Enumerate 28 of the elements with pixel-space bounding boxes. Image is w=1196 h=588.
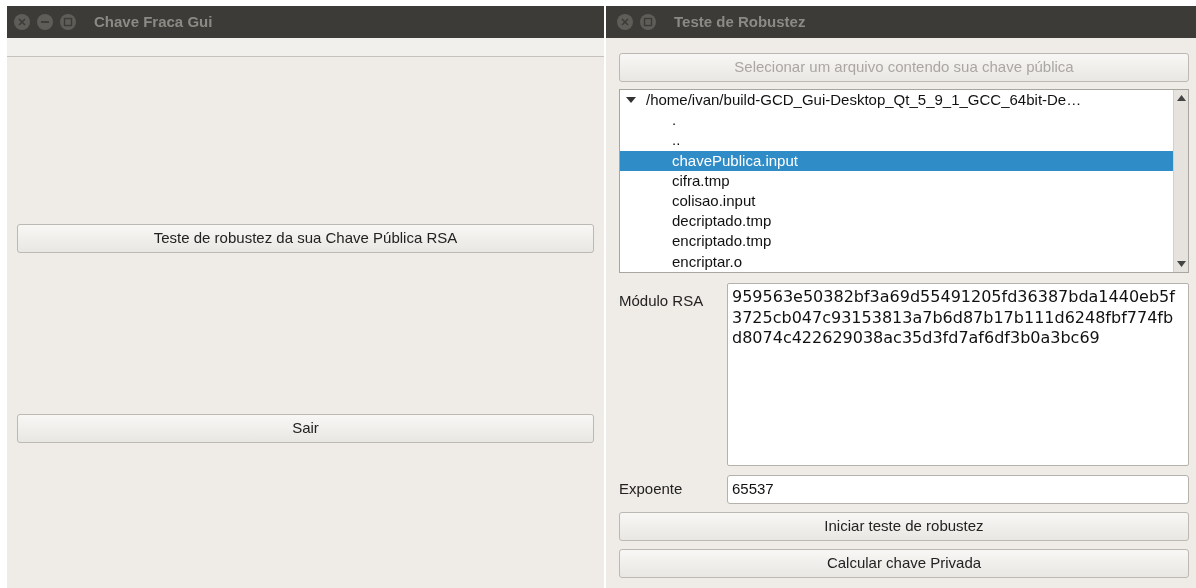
push-button[interactable]: Teste de robustez da sua Chave Pública RSA: [17, 224, 594, 253]
scroll-up-icon[interactable]: [1176, 95, 1186, 101]
field-label: Módulo RSA: [619, 291, 705, 311]
tree-item[interactable]: colisao.input: [620, 191, 1173, 212]
tree-item[interactable]: chavePublica.input: [620, 150, 1173, 171]
maximize-icon[interactable]: [639, 13, 657, 31]
modulus-field[interactable]: 959563e50382bf3a69d55491205fd36387bda1440eb5f3725cb047c93153813a7b6d87b17b111d6248fbf774fbd8074c422629038ac35d3fd7af6df3b0a3bc69: [727, 283, 1189, 466]
tree-item[interactable]: decriptado.tmp: [620, 211, 1173, 232]
push-button[interactable]: Calcular chave Privada: [619, 549, 1189, 578]
window-title: Chave Fraca Gui: [94, 11, 213, 32]
minimize-icon[interactable]: [36, 13, 54, 31]
tree-item[interactable]: ..: [620, 130, 1173, 151]
maximize-icon[interactable]: [59, 13, 77, 31]
tree-item[interactable]: encriptar.o: [620, 251, 1173, 272]
exponent-field[interactable]: 65537: [727, 475, 1189, 504]
expand-arrow-icon[interactable]: [626, 96, 636, 105]
tree-item[interactable]: /home/ivan/build-GCD_Gui-Desktop_Qt_5_9_1_GCC_64bit-De…: [646, 90, 1082, 111]
window-title: Teste de Robustez: [674, 11, 806, 32]
push-button[interactable]: Sair: [17, 414, 594, 443]
close-icon[interactable]: [13, 13, 31, 31]
tree-item[interactable]: .: [620, 110, 1173, 131]
tree-item[interactable]: cifra.tmp: [620, 170, 1173, 191]
field-label: Expoente: [619, 479, 684, 500]
tree-item[interactable]: encriptado.tmp: [620, 231, 1173, 252]
scroll-down-icon[interactable]: [1176, 261, 1186, 267]
close-icon[interactable]: [616, 13, 634, 31]
push-button[interactable]: Iniciar teste de robustez: [619, 512, 1189, 541]
scrollbar[interactable]: [1173, 90, 1188, 272]
